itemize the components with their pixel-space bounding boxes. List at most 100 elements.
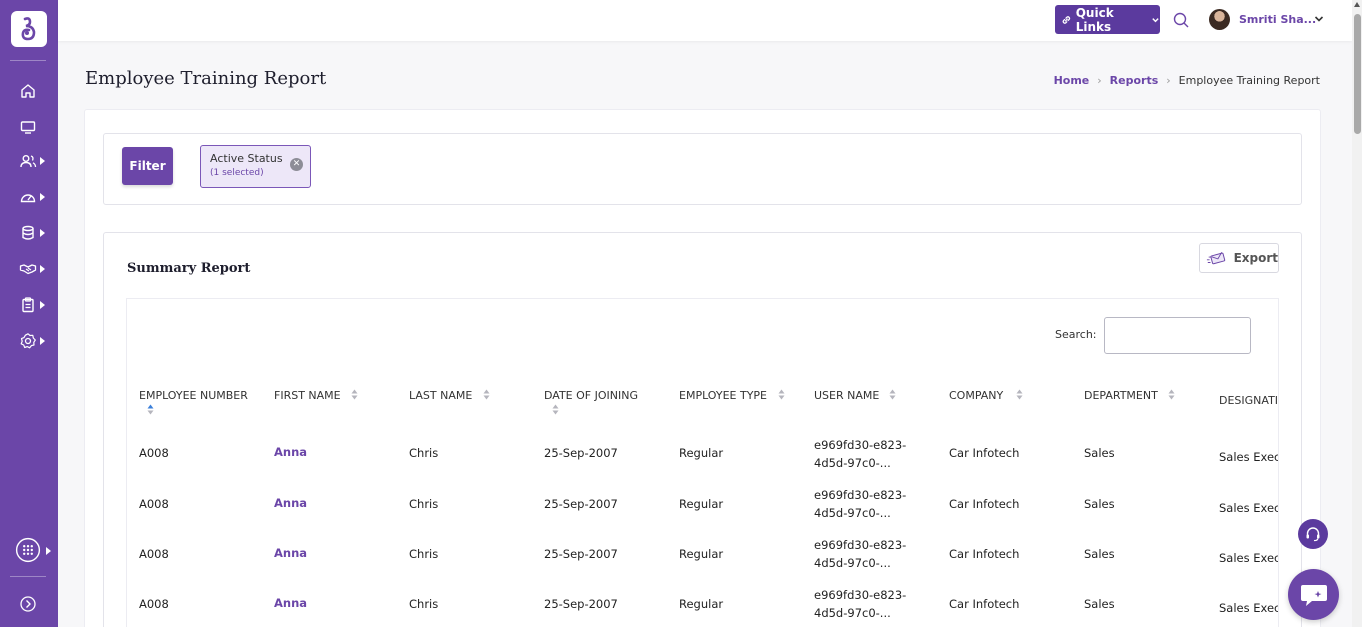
support-button[interactable]	[1298, 519, 1328, 549]
summary-title: Summary Report	[127, 261, 251, 276]
breadcrumb-separator-icon: ›	[1097, 74, 1102, 87]
breadcrumb-reports[interactable]: Reports	[1110, 74, 1159, 87]
cell-employee-type: Regular	[679, 497, 724, 511]
quick-links-button[interactable]: Quick Links	[1055, 5, 1160, 34]
filter-button[interactable]: Filter	[122, 147, 173, 185]
user-name[interactable]: Smriti Sha...	[1239, 13, 1316, 26]
column-header-last-name[interactable]: LAST NAME	[409, 389, 472, 402]
export-label: Export	[1233, 251, 1278, 265]
cell-date-of-joining: 25-Sep-2007	[544, 597, 618, 611]
sidebar-item-settings[interactable]	[0, 327, 58, 355]
cell-date-of-joining: 25-Sep-2007	[544, 547, 618, 561]
sidebar-divider-top	[10, 60, 46, 61]
chat-icon	[1300, 584, 1327, 606]
sort-icon[interactable]	[552, 404, 559, 415]
sidebar-collapse-button[interactable]	[0, 590, 58, 618]
cell-company: Car Infotech	[949, 497, 1020, 511]
monitor-icon	[20, 121, 36, 134]
chip-title: Active Status	[210, 152, 283, 165]
scroll-thumb[interactable]	[1354, 14, 1361, 134]
column-header-department[interactable]: DEPARTMENT	[1084, 389, 1158, 402]
collapse-icon	[20, 596, 36, 612]
apps-grid-icon	[15, 537, 41, 563]
dashboard-icon	[20, 194, 36, 203]
sort-icon[interactable]	[1016, 389, 1023, 400]
sidebar-item-monitor[interactable]	[0, 113, 58, 141]
sort-icon[interactable]	[778, 389, 785, 400]
sort-icon[interactable]	[889, 389, 896, 400]
chevron-right-icon	[40, 157, 45, 165]
chevron-right-icon	[40, 193, 45, 201]
chevron-down-icon	[1152, 17, 1159, 22]
column-header-designation[interactable]: DESIGNATI	[1219, 394, 1278, 407]
export-button[interactable]: Export	[1199, 243, 1279, 273]
sidebar-item-clipboard[interactable]	[0, 291, 58, 319]
sidebar-item-apps[interactable]	[0, 537, 58, 565]
sidebar-item-database[interactable]	[0, 219, 58, 247]
cell-company: Car Infotech	[949, 597, 1020, 611]
cell-employee-number: A008	[139, 446, 169, 460]
page-scrollbar[interactable]	[1352, 0, 1362, 627]
chevron-right-icon	[40, 337, 45, 345]
chip-subtitle: (1 selected)	[210, 168, 264, 178]
logo-mark-icon	[21, 17, 36, 41]
table-search-input[interactable]	[1104, 317, 1251, 354]
sidebar-item-dashboard[interactable]	[0, 183, 58, 211]
cell-last-name: Chris	[409, 597, 439, 611]
breadcrumb: Home › Reports › Employee Training Repor…	[1054, 74, 1320, 87]
users-icon	[20, 155, 37, 168]
cell-employee-type: Regular	[679, 597, 724, 611]
column-header-employee-type[interactable]: EMPLOYEE TYPE	[679, 389, 767, 402]
cell-first-name-link[interactable]: Anna	[274, 546, 307, 560]
sort-asc-icon[interactable]	[147, 404, 154, 415]
chat-button[interactable]	[1288, 569, 1339, 620]
column-header-first-name[interactable]: FIRST NAME	[274, 389, 341, 402]
cell-department: Sales	[1084, 497, 1115, 511]
sidebar-item-home[interactable]	[0, 77, 58, 105]
cell-user-name: e969fd30-e823-4d5d-97c0-...	[814, 438, 907, 470]
cell-designation: Sales Exec	[1219, 601, 1278, 615]
cell-designation: Sales Exec	[1219, 551, 1278, 565]
top-bar: Quick Links Smriti Sha...	[58, 0, 1352, 41]
sort-icon[interactable]	[351, 389, 358, 400]
link-icon	[1062, 15, 1071, 24]
cell-first-name-link[interactable]: Anna	[274, 596, 307, 610]
active-status-filter-chip[interactable]: Active Status (1 selected) ✕	[200, 145, 311, 188]
breadcrumb-current: Employee Training Report	[1178, 74, 1320, 87]
column-header-user-name[interactable]: USER NAME	[814, 389, 879, 402]
page-title: Employee Training Report	[85, 68, 327, 89]
cell-last-name: Chris	[409, 497, 439, 511]
sort-icon[interactable]	[1168, 389, 1175, 400]
cell-designation: Sales Exec	[1219, 501, 1278, 515]
cell-first-name-link[interactable]: Anna	[274, 496, 307, 510]
app-logo[interactable]	[11, 11, 47, 47]
cell-date-of-joining: 25-Sep-2007	[544, 446, 618, 460]
cell-department: Sales	[1084, 597, 1115, 611]
avatar[interactable]	[1209, 9, 1230, 30]
cell-company: Car Infotech	[949, 547, 1020, 561]
breadcrumb-home[interactable]: Home	[1054, 74, 1090, 87]
cell-company: Car Infotech	[949, 446, 1020, 460]
cell-employee-type: Regular	[679, 446, 724, 460]
handshake-icon	[19, 264, 37, 275]
column-header-date-of-joining[interactable]: DATE OF JOINING	[544, 389, 638, 402]
scroll-up-arrow-icon[interactable]	[1354, 2, 1360, 7]
headset-icon	[1306, 527, 1320, 542]
sidebar-item-handshake[interactable]	[0, 255, 58, 283]
sidebar-item-users[interactable]	[0, 147, 58, 175]
chevron-right-icon	[40, 229, 45, 237]
column-header-employee-number[interactable]: EMPLOYEE NUMBER	[139, 389, 248, 402]
cell-user-name: e969fd30-e823-4d5d-97c0-...	[814, 538, 907, 570]
sort-icon[interactable]	[483, 389, 490, 400]
cell-last-name: Chris	[409, 547, 439, 561]
column-header-company[interactable]: COMPANY	[949, 389, 1003, 402]
chevron-right-icon	[46, 547, 51, 555]
cell-user-name: e969fd30-e823-4d5d-97c0-...	[814, 588, 907, 620]
export-icon	[1206, 252, 1226, 265]
cell-first-name-link[interactable]: Anna	[274, 445, 307, 459]
search-icon[interactable]	[1172, 11, 1190, 29]
cell-last-name: Chris	[409, 446, 439, 460]
remove-filter-icon[interactable]: ✕	[290, 158, 303, 171]
user-menu-chevron-icon[interactable]	[1313, 13, 1325, 25]
settings-icon	[20, 333, 36, 349]
